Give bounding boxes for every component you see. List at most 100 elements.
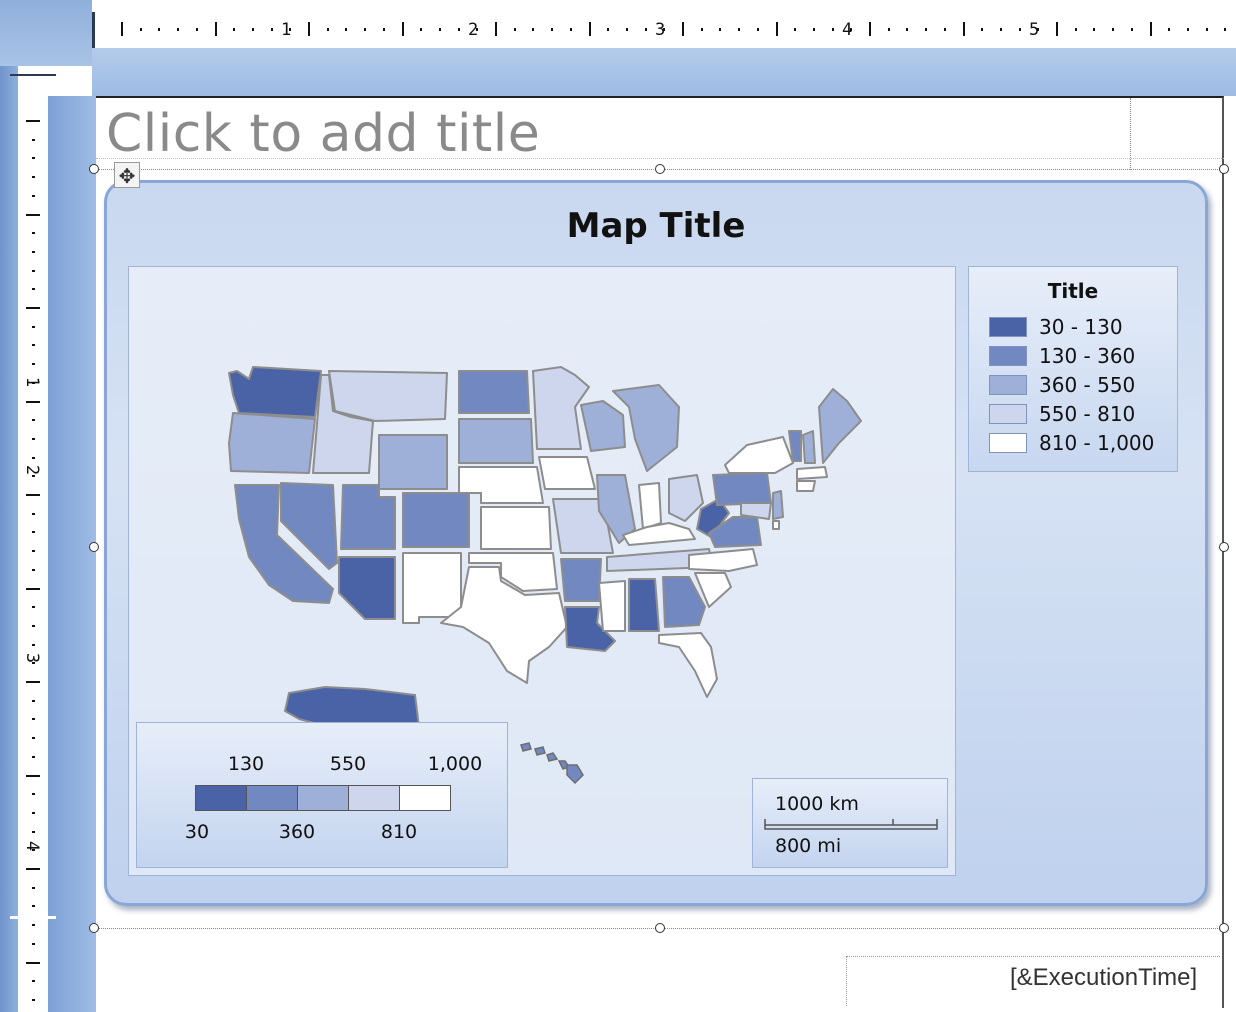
ruler-tick (326, 28, 329, 31)
ruler-tick (270, 28, 273, 31)
ruler-tick (32, 718, 35, 721)
ruler-tick (32, 568, 35, 571)
ruler-tick (32, 288, 35, 291)
ruler-label: 2 (22, 464, 43, 476)
ruler-tick (26, 587, 40, 590)
resize-handle[interactable] (89, 923, 99, 933)
ruler-tick (32, 905, 35, 908)
legend-item: 810 - 1,000 (989, 431, 1154, 455)
ruler-tick (308, 22, 310, 36)
color-scale-segment (348, 785, 400, 811)
state-connecticut (796, 480, 816, 492)
ruler-position-mark (10, 916, 56, 919)
color-scale[interactable]: 130 550 1,000 30 360 810 (136, 722, 508, 868)
ruler-tick (1224, 28, 1227, 31)
ruler-tick (32, 624, 35, 627)
ruler-tick (32, 980, 35, 983)
ruler-tick (569, 28, 572, 31)
ruler-label: 4 (22, 840, 43, 852)
ruler-tick (26, 961, 40, 964)
ruler-tick (177, 28, 180, 31)
color-scale-label: 360 (278, 821, 316, 843)
legend-label: 360 - 550 (1039, 373, 1136, 397)
resize-handle[interactable] (89, 542, 99, 552)
execution-time-field[interactable]: [&ExecutionTime] (1010, 964, 1197, 992)
ruler-tick (32, 512, 35, 515)
state-florida (658, 632, 718, 698)
ruler-tick (32, 793, 35, 796)
vertical-ruler[interactable]: 1 2 3 4 (18, 96, 48, 1008)
ruler-tick (1130, 28, 1133, 31)
ruler-tick (26, 307, 40, 309)
ruler-tick (32, 456, 35, 459)
ruler-tick (32, 194, 35, 197)
resize-handle[interactable] (89, 164, 99, 174)
ruler-tick (32, 157, 35, 160)
state-ohio (668, 474, 704, 522)
ruler-tick (775, 22, 778, 36)
ruler-tick (251, 28, 254, 31)
ruler-tick (26, 774, 40, 777)
ruler-tick (32, 250, 35, 253)
state-iowa (538, 456, 596, 490)
legend-label: 130 - 360 (1039, 344, 1136, 368)
ruler-tick (738, 28, 741, 31)
ruler-tick (887, 28, 890, 31)
map-title[interactable]: Map Title (104, 206, 1208, 246)
title-placeholder[interactable]: Click to add title (106, 104, 540, 164)
ruler-label: 2 (468, 20, 479, 40)
move-icon[interactable]: ✥ (114, 162, 140, 188)
legend-swatch (989, 317, 1027, 337)
state-south-dakota (458, 418, 534, 464)
ruler-tick (1093, 28, 1096, 31)
legend-item: 130 - 360 (989, 344, 1135, 368)
ruler-label: 5 (1029, 20, 1040, 40)
color-scale-label: 1,000 (427, 753, 483, 775)
state-alabama (628, 578, 660, 632)
ruler-label: 3 (655, 20, 666, 40)
ruler-tick (32, 232, 35, 235)
state-wyoming (378, 434, 448, 490)
state-wisconsin (580, 400, 626, 452)
map-legend[interactable]: Title 30 - 130 130 - 360 360 - 550 550 -… (968, 266, 1178, 472)
ruler-tick (700, 28, 703, 31)
ruler-tick (831, 28, 834, 31)
ruler-tick (32, 998, 35, 1001)
distance-scale-mi-label: 800 mi (775, 835, 842, 857)
state-new-hampshire (802, 430, 816, 464)
ruler-tick (195, 28, 198, 31)
ruler-tick (607, 28, 610, 31)
legend-item: 30 - 130 (989, 315, 1123, 339)
ruler-tick (158, 28, 161, 31)
ruler-tick (756, 28, 759, 31)
state-pennsylvania (712, 472, 772, 506)
ruler-tick (32, 344, 35, 347)
resize-handle[interactable] (655, 164, 665, 174)
ruler-tick (214, 22, 217, 36)
horizontal-ruler[interactable]: 1 2 3 4 5 (92, 12, 1227, 48)
state-massachusetts (796, 466, 828, 480)
resize-handle[interactable] (1219, 542, 1229, 552)
resize-handle[interactable] (1219, 164, 1229, 174)
state-minnesota (532, 366, 590, 450)
title-placeholder-border (96, 158, 1224, 159)
state-maine (818, 388, 862, 464)
state-new-jersey (772, 490, 784, 520)
ruler-tick (457, 28, 460, 31)
state-arkansas (560, 558, 602, 602)
ruler-tick (26, 400, 40, 403)
legend-item: 550 - 810 (989, 402, 1135, 426)
ruler-corner (0, 0, 92, 66)
state-alaska (283, 685, 421, 728)
ruler-label: 4 (842, 20, 853, 40)
ruler-tick (32, 419, 35, 422)
ruler-tick (644, 28, 647, 31)
distance-scale[interactable]: 1000 km 800 mi (752, 778, 948, 868)
resize-handle[interactable] (1219, 923, 1229, 933)
legend-swatch (989, 433, 1027, 453)
ruler-tick (906, 28, 909, 31)
resize-handle[interactable] (655, 923, 665, 933)
color-scale-segment (399, 785, 451, 811)
ruler-label: 1 (281, 20, 292, 40)
ruler-tick (32, 363, 35, 366)
